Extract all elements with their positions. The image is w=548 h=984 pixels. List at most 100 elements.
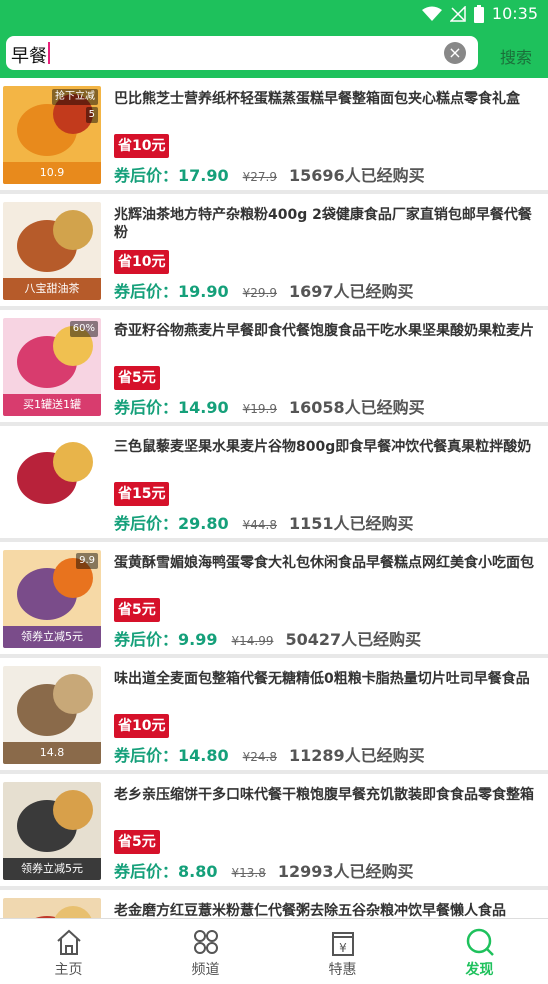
after-coupon-price: 券后价：29.80 <box>114 514 229 533</box>
product-thumbnail[interactable]: 领券立减5元 <box>3 782 101 880</box>
after-coupon-price: 券后价：9.99 <box>114 630 218 649</box>
coupon-badge: 省15元 <box>114 482 170 506</box>
thumbnail-banner: 10.9 <box>3 162 101 184</box>
bottom-nav: 主页 频道 ¥ 特惠 发现 <box>0 918 548 984</box>
thumbnail-shape <box>53 674 93 714</box>
price-row: 券后价：8.80 ¥13.8 12993人已经购买 <box>114 858 414 882</box>
search-query[interactable]: 早餐 <box>11 42 47 68</box>
thumbnail-label: 60% <box>69 321 98 337</box>
price-row: 券后价：29.80 ¥44.8 1151人已经购买 <box>114 510 414 534</box>
status-time: 10:35 <box>491 4 538 23</box>
original-price: ¥44.8 <box>242 518 277 532</box>
product-thumbnail[interactable]: 领券立减5元 9.9 <box>3 550 101 648</box>
channels-icon <box>193 930 218 954</box>
product-item[interactable]: 买1罐送1罐 60% 奇亚籽谷物燕麦片早餐即食代餐饱腹食品干吃水果坚果酸奶果粒麦片省… <box>0 310 548 422</box>
wifi-icon <box>421 6 442 21</box>
product-thumbnail[interactable] <box>3 434 101 532</box>
product-thumbnail[interactable]: 14.8 <box>3 666 101 764</box>
status-bar: 10:35 <box>0 0 548 30</box>
thumbnail-label: 5 <box>85 107 98 123</box>
text-caret <box>48 42 50 64</box>
nav-item-channels[interactable]: 频道 <box>137 919 274 984</box>
sold-count: 11289人已经购买 <box>288 746 425 765</box>
price-row: 券后价：19.90 ¥29.9 1697人已经购买 <box>114 278 414 302</box>
product-thumbnail[interactable]: 10.9 抢下立减 5 <box>3 86 101 184</box>
original-price: ¥27.9 <box>242 170 277 184</box>
home-icon <box>56 929 81 955</box>
product-title[interactable]: 兆辉油茶地方特产杂粮粉400g 2袋健康食品厂家直销包邮早餐代餐粉 <box>114 206 534 242</box>
thumbnail-banner: 八宝甜油茶 <box>3 278 101 300</box>
product-list[interactable]: 10.9 抢下立减 5 巴比熊芝士营养纸杯轻蛋糕蒸蛋糕早餐整箱面包夹心糕点零食礼盒省1… <box>0 78 548 918</box>
sold-count: 1697人已经购买 <box>288 282 414 301</box>
original-price: ¥24.8 <box>242 750 277 764</box>
thumbnail-banner: 买1罐送1罐 <box>3 394 101 416</box>
product-item[interactable]: 领券立减5元 老乡亲压缩饼干多口味代餐干粮饱腹早餐充饥散装即食食品零食整箱省5元券… <box>0 774 548 886</box>
status-icons: 10:35 <box>421 4 538 23</box>
nav-label-home: 主页 <box>54 962 83 978</box>
sold-count: 50427人已经购买 <box>285 630 422 649</box>
sold-count: 1151人已经购买 <box>288 514 414 533</box>
deals-icon: ¥ <box>331 932 354 956</box>
nav-item-deals[interactable]: ¥ 特惠 <box>274 919 411 984</box>
thumbnail-label: 抢下立减 <box>52 89 98 105</box>
sold-count: 12993人已经购买 <box>277 862 414 881</box>
original-price: ¥19.9 <box>242 402 277 416</box>
original-price: ¥14.99 <box>231 634 274 648</box>
product-thumbnail[interactable]: 八宝甜油茶 <box>3 202 101 300</box>
product-item[interactable]: 10.9 抢下立减 5 巴比熊芝士营养纸杯轻蛋糕蒸蛋糕早餐整箱面包夹心糕点零食礼盒省1… <box>0 78 548 190</box>
product-title[interactable]: 味出道全麦面包整箱代餐无糖精低0粗粮卡脂热量切片吐司早餐食品 <box>114 670 534 688</box>
search-button[interactable]: 搜索 <box>500 44 532 68</box>
thumbnail-label: 9.9 <box>76 553 98 569</box>
coupon-badge: 省10元 <box>114 714 170 738</box>
price-row: 券后价：14.80 ¥24.8 11289人已经购买 <box>114 742 425 766</box>
coupon-badge: 省10元 <box>114 250 170 274</box>
thumbnail-banner: 14.8 <box>3 742 101 764</box>
product-item[interactable]: 老金磨方红豆薏米粉薏仁代餐粥去除五谷杂粮冲饮早餐懒人食品 <box>0 890 548 918</box>
battery-icon <box>473 4 484 23</box>
search-input[interactable]: 早餐 × <box>6 36 478 70</box>
coupon-badge: 省5元 <box>114 830 160 854</box>
coupon-badge: 省5元 <box>114 598 160 622</box>
product-item[interactable]: 14.8 味出道全麦面包整箱代餐无糖精低0粗粮卡脂热量切片吐司早餐食品省10元券后… <box>0 658 548 770</box>
thumbnail-shape <box>53 790 93 830</box>
product-title[interactable]: 巴比熊芝士营养纸杯轻蛋糕蒸蛋糕早餐整箱面包夹心糕点零食礼盒 <box>114 90 534 108</box>
sold-count: 15696人已经购买 <box>288 166 425 185</box>
product-title[interactable]: 老乡亲压缩饼干多口味代餐干粮饱腹早餐充饥散装即食食品零食整箱 <box>114 786 534 804</box>
product-item[interactable]: 八宝甜油茶 兆辉油茶地方特产杂粮粉400g 2袋健康食品厂家直销包邮早餐代餐粉省1… <box>0 194 548 306</box>
thumbnail-shape <box>53 210 93 250</box>
after-coupon-price: 券后价：17.90 <box>114 166 229 185</box>
product-title[interactable]: 三色鼠藜麦坚果水果麦片谷物800g即食早餐冲饮代餐真果粒拌酸奶 <box>114 438 534 456</box>
price-row: 券后价：17.90 ¥27.9 15696人已经购买 <box>114 162 425 186</box>
product-thumbnail[interactable]: 买1罐送1罐 60% <box>3 318 101 416</box>
after-coupon-price: 券后价：14.80 <box>114 746 229 765</box>
nav-label-discover: 发现 <box>465 962 494 978</box>
thumbnail-shape <box>53 906 93 918</box>
thumbnail-shape <box>53 442 93 482</box>
after-coupon-price: 券后价：8.80 <box>114 862 218 881</box>
product-item[interactable]: 领券立减5元 9.9 蛋黄酥雪媚娘海鸭蛋零食大礼包休闲食品早餐糕点网红美食小吃面包省… <box>0 542 548 654</box>
product-title[interactable]: 老金磨方红豆薏米粉薏仁代餐粥去除五谷杂粮冲饮早餐懒人食品 <box>114 902 534 918</box>
original-price: ¥29.9 <box>242 286 277 300</box>
sold-count: 16058人已经购买 <box>288 398 425 417</box>
original-price: ¥13.8 <box>231 866 266 880</box>
nav-item-home[interactable]: 主页 <box>0 919 137 984</box>
after-coupon-price: 券后价：14.90 <box>114 398 229 417</box>
nav-item-discover[interactable]: 发现 <box>411 919 548 984</box>
coupon-badge: 省5元 <box>114 366 160 390</box>
nav-label-channels: 频道 <box>191 962 220 978</box>
after-coupon-price: 券后价：19.90 <box>114 282 229 301</box>
price-row: 券后价：14.90 ¥19.9 16058人已经购买 <box>114 394 425 418</box>
coupon-badge: 省10元 <box>114 134 170 158</box>
signal-icon <box>449 5 466 22</box>
thumbnail-banner: 领券立减5元 <box>3 858 101 880</box>
product-title[interactable]: 蛋黄酥雪媚娘海鸭蛋零食大礼包休闲食品早餐糕点网红美食小吃面包 <box>114 554 534 572</box>
price-row: 券后价：9.99 ¥14.99 50427人已经购买 <box>114 626 421 650</box>
clear-icon[interactable]: × <box>444 42 466 64</box>
product-thumbnail[interactable] <box>3 898 101 918</box>
product-title[interactable]: 奇亚籽谷物燕麦片早餐即食代餐饱腹食品干吃水果坚果酸奶果粒麦片 <box>114 322 534 340</box>
nav-label-deals: 特惠 <box>328 962 357 978</box>
svg-text:¥: ¥ <box>339 941 347 955</box>
product-item[interactable]: 三色鼠藜麦坚果水果麦片谷物800g即食早餐冲饮代餐真果粒拌酸奶省15元券后价：2… <box>0 426 548 538</box>
search-header: 早餐 × 搜索 <box>0 30 548 78</box>
discover-icon <box>466 928 494 956</box>
